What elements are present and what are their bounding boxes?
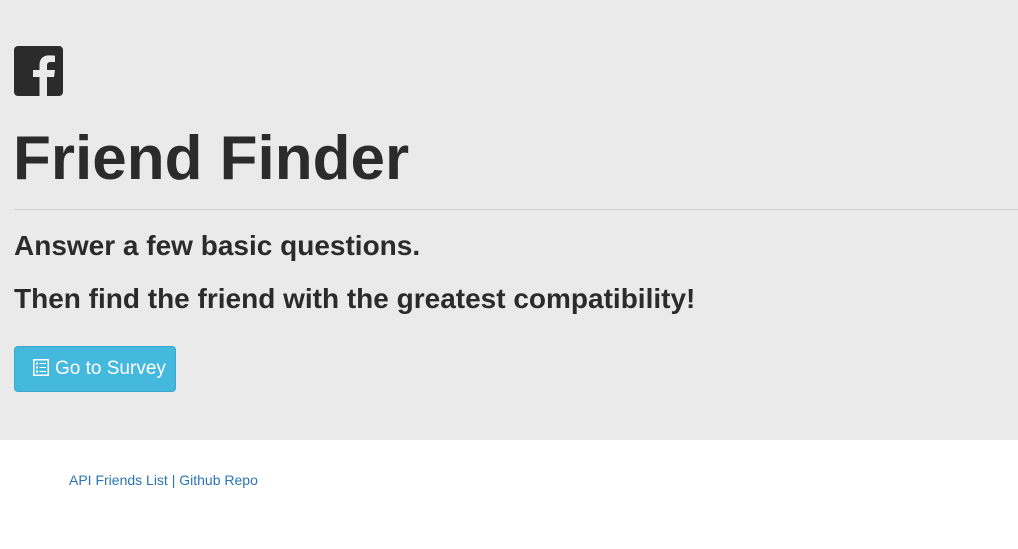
footer-separator: | (171, 472, 176, 488)
intro-text: Answer a few basic questions. (14, 230, 421, 261)
list-alt-icon (33, 358, 49, 376)
tagline-text: Then find the friend with the greatest c… (14, 283, 696, 314)
divider (14, 209, 1018, 210)
jumbotron: Friend Finder Answer a few basic questio… (0, 0, 1018, 440)
api-friends-list-link[interactable]: API Friends List (69, 472, 168, 488)
page-title: Friend Finder (13, 124, 410, 193)
facebook-square-icon (14, 46, 63, 96)
github-repo-link[interactable]: Github Repo (179, 472, 258, 488)
footer-links: API Friends List | Github Repo (69, 471, 258, 489)
go-to-survey-button[interactable]: Go to Survey (14, 346, 176, 392)
go-to-survey-label: Go to Survey (55, 358, 166, 379)
